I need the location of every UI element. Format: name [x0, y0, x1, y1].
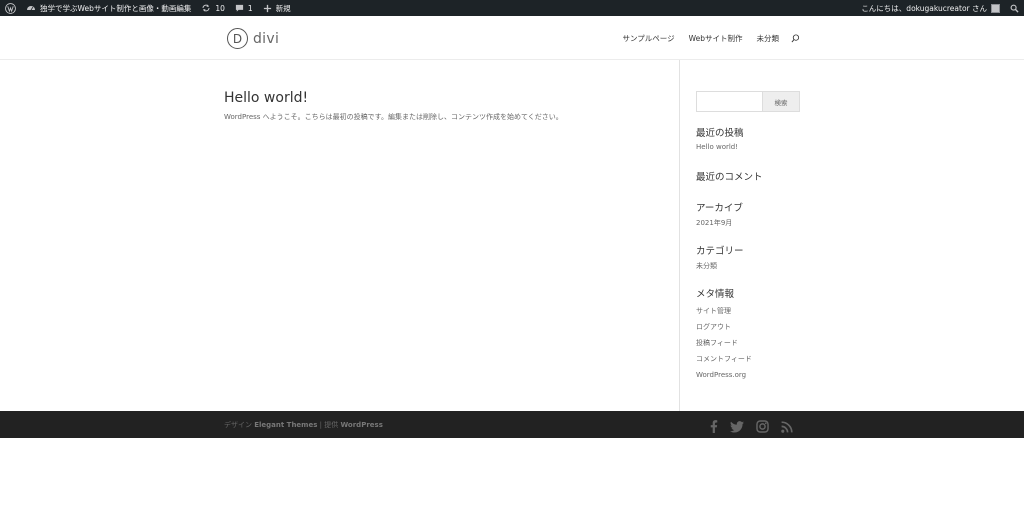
powered-label: 提供	[324, 421, 339, 429]
nav-item-sample-page[interactable]: サンプルページ	[623, 33, 675, 44]
recent-posts-widget: 最近の投稿 Hello world!	[696, 125, 744, 151]
recent-post-link[interactable]: Hello world!	[696, 143, 744, 151]
dashboard-icon	[27, 6, 35, 11]
admin-bar: 独学で学ぶWebサイト制作と画像・動画編集 10 1 新規 こんにちは、doku…	[0, 0, 1024, 16]
recent-comments-widget: 最近のコメント	[696, 169, 763, 183]
sidebar: 検索 最近の投稿 Hello world! 最近のコメント アーカイブ 2021…	[696, 91, 800, 379]
meta-link-site-admin[interactable]: サイト管理	[696, 303, 752, 319]
archive-link[interactable]: 2021年9月	[696, 218, 743, 228]
theme-link[interactable]: Elegant Themes	[254, 421, 317, 429]
wordpress-link[interactable]: WordPress	[340, 421, 382, 429]
main-nav: サンプルページ Webサイト制作 未分類	[609, 33, 800, 44]
comments-count: 1	[247, 3, 253, 13]
logo-text: divi	[253, 30, 280, 47]
instagram-icon[interactable]	[756, 418, 769, 437]
sidebar-search-input[interactable]	[696, 91, 763, 112]
rss-icon[interactable]	[781, 418, 793, 437]
wordpress-logo-icon[interactable]	[0, 0, 21, 16]
admin-search-icon[interactable]	[1005, 0, 1024, 16]
meta-link-comments-feed[interactable]: コメントフィード	[696, 351, 752, 367]
comment-icon	[235, 4, 244, 12]
archives-title: アーカイブ	[696, 203, 743, 214]
categories-widget: カテゴリー 未分類	[696, 243, 744, 271]
sidebar-search-button[interactable]: 検索	[763, 91, 800, 112]
meta-link-logout[interactable]: ログアウト	[696, 319, 752, 335]
post-title[interactable]: Hello world!	[224, 90, 664, 106]
design-label: デザイン	[224, 421, 252, 429]
credits-separator: |	[319, 421, 322, 429]
sidebar-divider	[679, 60, 680, 411]
nav-item-web-production[interactable]: Webサイト制作	[689, 33, 743, 44]
updates-link[interactable]: 10	[196, 0, 230, 16]
site-logo[interactable]: D divi	[227, 28, 279, 49]
twitter-icon[interactable]	[730, 418, 744, 437]
meta-title: メタ情報	[696, 289, 735, 300]
footer-credits: デザイン Elegant Themes | 提供 WordPress	[224, 420, 383, 430]
new-label: 新規	[275, 3, 291, 13]
site-footer: デザイン Elegant Themes | 提供 WordPress	[0, 411, 1024, 438]
recent-posts-title: 最近の投稿	[696, 128, 744, 139]
post-body: WordPress へようこそ。こちらは最初の投稿です。編集または削除し、コンテ…	[224, 113, 563, 121]
site-header: D divi サンプルページ Webサイト制作 未分類	[0, 16, 1024, 60]
site-name: 独学で学ぶWebサイト制作と画像・動画編集	[40, 3, 192, 13]
meta-link-posts-feed[interactable]: 投稿フィード	[696, 335, 752, 351]
logo-mark: D	[227, 28, 248, 49]
comments-link[interactable]: 1	[230, 0, 258, 16]
meta-widget: メタ情報 サイト管理 ログアウト 投稿フィード コメントフィード WordPre…	[696, 286, 752, 383]
social-icons	[710, 418, 805, 437]
updates-icon	[202, 4, 210, 12]
updates-count: 10	[215, 3, 225, 13]
recent-comments-title: 最近のコメント	[696, 172, 763, 183]
nav-item-uncategorized[interactable]: 未分類	[757, 33, 780, 44]
site-name-link[interactable]: 独学で学ぶWebサイト制作と画像・動画編集	[21, 0, 196, 16]
facebook-icon[interactable]	[710, 418, 718, 437]
main-content: Hello world! WordPress へようこそ。こちらは最初の投稿です…	[224, 90, 664, 122]
my-account-link[interactable]: こんにちは、dokugakucreator さん	[856, 0, 1005, 16]
search-icon[interactable]	[791, 34, 800, 43]
sidebar-search: 検索	[696, 91, 800, 112]
meta-link-wordpress-org[interactable]: WordPress.org	[696, 367, 752, 383]
archives-widget: アーカイブ 2021年9月	[696, 200, 743, 228]
greeting: こんにちは、dokugakucreator さん	[861, 3, 987, 13]
category-link[interactable]: 未分類	[696, 261, 744, 271]
new-content-link[interactable]: 新規	[258, 0, 296, 16]
categories-title: カテゴリー	[696, 246, 744, 257]
plus-icon	[263, 4, 271, 12]
avatar	[991, 3, 1000, 13]
